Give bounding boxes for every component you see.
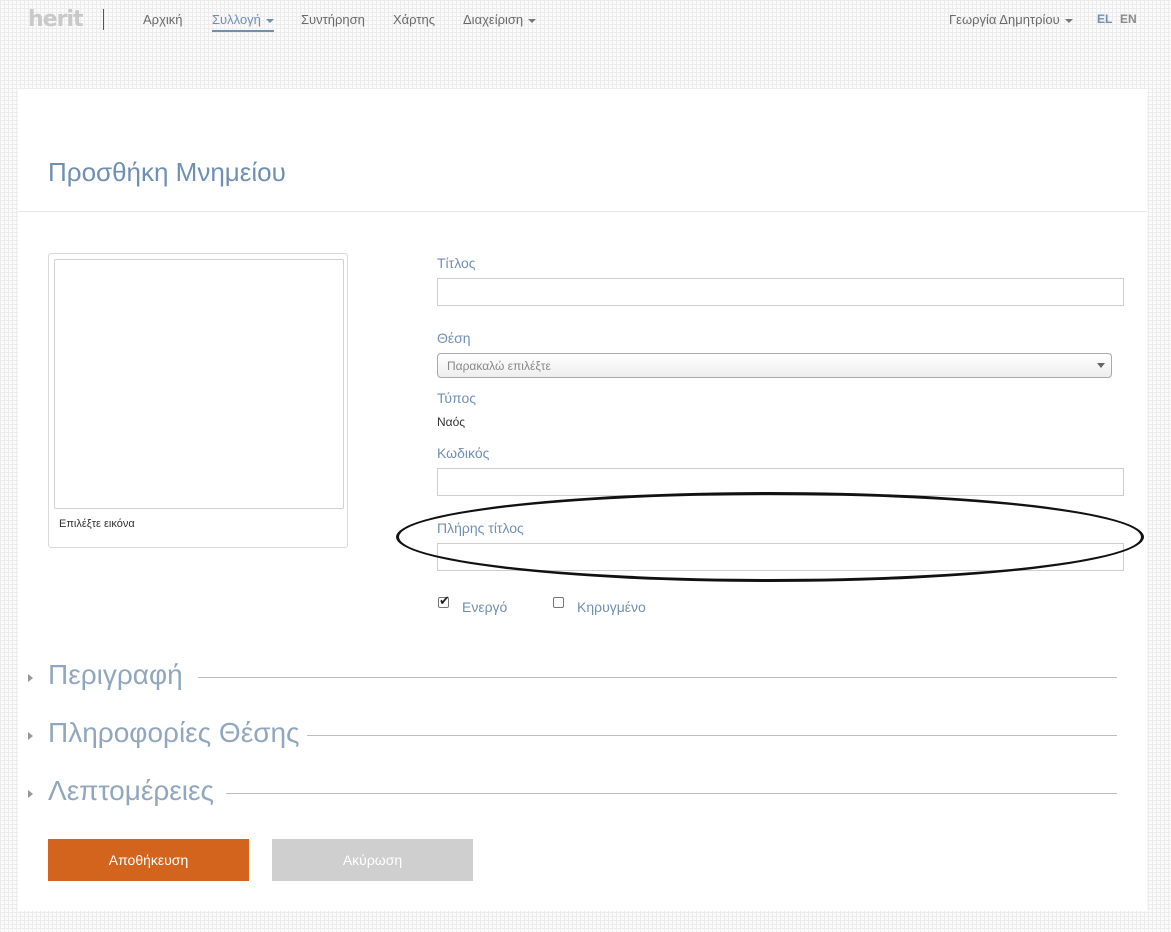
section-divider (226, 793, 1117, 794)
image-preview[interactable] (54, 259, 344, 509)
title-divider (18, 211, 1147, 212)
published-checkbox-label[interactable]: Κηρυγμένο (577, 599, 646, 615)
user-name: Γεωργία Δημητρίου (949, 12, 1060, 27)
language-en[interactable]: EN (1120, 12, 1137, 26)
top-navbar: herit Αρχική Συλλογή Συντήρηση Χάρτης Δι… (0, 0, 1171, 40)
full-title-label: Πλήρης τίτλος (437, 520, 524, 536)
caret-right-icon (28, 732, 33, 740)
chevron-down-icon (1064, 18, 1073, 23)
image-upload-box[interactable]: Επιλέξτε εικόνα (48, 253, 348, 548)
cancel-button[interactable]: Ακύρωση (272, 839, 473, 881)
active-checkbox-label[interactable]: Ενεργό (462, 599, 507, 615)
nav-item-home[interactable]: Αρχική (143, 12, 183, 27)
section-divider (307, 735, 1117, 736)
caret-right-icon (28, 790, 33, 798)
code-label: Κωδικός (437, 445, 490, 461)
section-description[interactable]: Περιγραφή (18, 657, 1147, 697)
section-location-info[interactable]: Πληροφορίες Θέσης (18, 715, 1147, 755)
nav-item-administration[interactable]: Διαχείριση (463, 12, 537, 27)
location-select-placeholder: Παρακαλώ επιλέξτε (447, 359, 551, 373)
nav-item-collection[interactable]: Συλλογή (212, 12, 274, 32)
language-el[interactable]: EL (1097, 12, 1112, 26)
user-menu[interactable]: Γεωργία Δημητρίου (949, 12, 1073, 27)
nav-item-maintenance[interactable]: Συντήρηση (301, 12, 365, 27)
section-divider (198, 677, 1117, 678)
chevron-down-icon (528, 18, 537, 23)
section-description-title: Περιγραφή (48, 659, 183, 690)
section-details[interactable]: Λεπτομέρειες (18, 773, 1147, 813)
location-label: Θέση (437, 330, 471, 346)
nav-item-map[interactable]: Χάρτης (393, 12, 435, 27)
dropdown-arrow-icon (1097, 363, 1105, 368)
caret-right-icon (28, 674, 33, 682)
chevron-down-icon (265, 18, 274, 23)
active-checkbox[interactable]: ✔ (438, 593, 450, 608)
nav-item-administration-label: Διαχείριση (463, 12, 524, 27)
save-button[interactable]: Αποθήκευση (48, 839, 249, 881)
checkmark-icon: ✔ (439, 593, 450, 608)
section-details-title: Λεπτομέρειες (48, 775, 214, 806)
full-title-input[interactable] (437, 543, 1124, 571)
location-select[interactable]: Παρακαλώ επιλέξτε (437, 353, 1112, 378)
image-upload-caption: Επιλέξτε εικόνα (59, 518, 135, 530)
title-input[interactable] (437, 278, 1124, 306)
type-label: Τύπος (437, 390, 476, 406)
nav-item-collection-label: Συλλογή (212, 12, 261, 27)
published-checkbox[interactable] (553, 597, 564, 608)
code-input[interactable] (437, 468, 1124, 496)
main-panel: Προσθήκη Μνημείου Επιλέξτε εικόνα Τίτλος… (18, 89, 1147, 911)
type-value: Ναός (437, 415, 466, 429)
page-title: Προσθήκη Μνημείου (48, 157, 286, 187)
nav-divider (103, 9, 104, 30)
title-label: Τίτλος (437, 255, 476, 271)
section-location-info-title: Πληροφορίες Θέσης (48, 717, 300, 748)
logo[interactable]: herit (28, 7, 83, 32)
